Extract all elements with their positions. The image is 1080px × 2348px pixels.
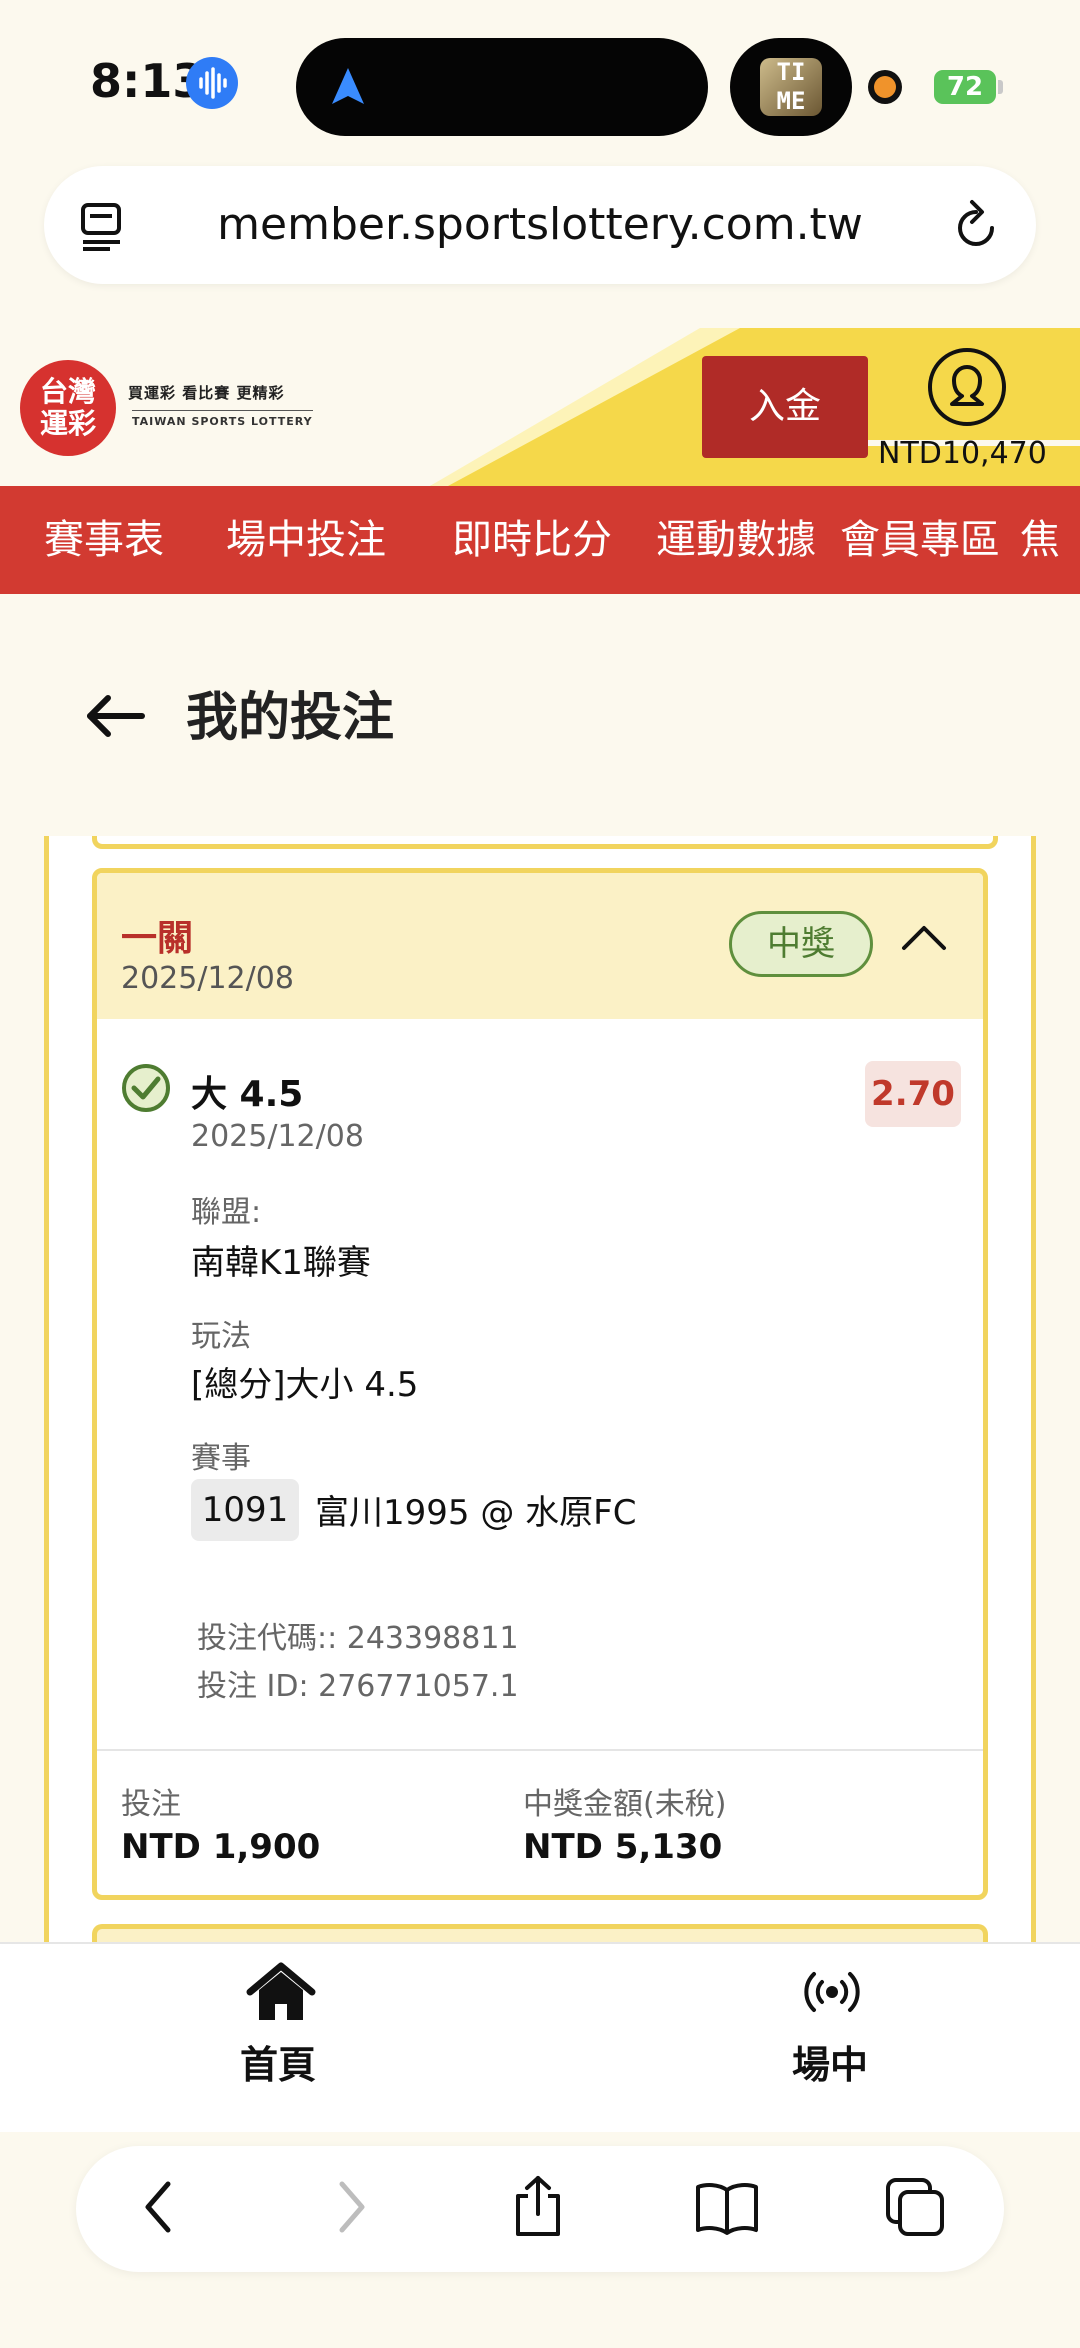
bet-card: 一關 2025/12/08 中獎 大 4.5 2025/12/08 2.70 聯…: [92, 868, 988, 1900]
user-avatar-icon[interactable]: [926, 346, 1008, 432]
main-nav: 賽事表 場中投注 即時比分 運動數據 會員專區 焦: [0, 486, 1080, 594]
site-logo[interactable]: 台灣 運彩: [20, 360, 116, 456]
odds-badge: 2.70: [865, 1061, 961, 1127]
back-arrow-icon[interactable]: [84, 694, 146, 742]
page-title: 我的投注: [186, 688, 395, 748]
deposit-button[interactable]: 入金: [702, 356, 868, 458]
status-badge: 中獎: [729, 911, 873, 977]
bet-pick: 大 4.5: [191, 1074, 304, 1115]
bottom-tab-bar: [0, 1942, 1080, 2134]
voice-recording-icon: [186, 57, 238, 109]
payout-value: NTD 5,130: [523, 1827, 723, 1867]
reload-icon[interactable]: [952, 198, 1002, 258]
logo-line-2: 運彩: [39, 407, 96, 440]
live-activity-thumbnail: TI ME: [760, 58, 822, 116]
nav-item-sports-data[interactable]: 運動數據: [656, 486, 816, 594]
browser-forward-icon[interactable]: [330, 2174, 374, 2244]
bet-type: 一關: [121, 918, 194, 959]
check-circle-icon: [121, 1063, 171, 1117]
market-value: [總分]大小 4.5: [191, 1365, 419, 1405]
camera-indicator-icon: [874, 76, 896, 98]
bet-code: 投注代碼:: 243398811: [197, 1621, 519, 1656]
battery-indicator: 72: [934, 70, 996, 104]
tabs-icon[interactable]: [884, 2174, 948, 2244]
bet-date: 2025/12/08: [121, 961, 294, 996]
bet-card-header[interactable]: 一關 2025/12/08 中獎: [97, 873, 983, 1019]
nav-item-live-scores[interactable]: 即時比分: [452, 486, 612, 594]
nav-item-member-area[interactable]: 會員專區: [840, 486, 1000, 594]
tab-live[interactable]: 場中: [792, 2034, 868, 2089]
tab-home[interactable]: 首頁: [240, 2034, 316, 2089]
event-number-badge: 1091: [191, 1479, 299, 1541]
bet-id: 投注 ID: 276771057.1: [197, 1669, 519, 1704]
nav-item-more[interactable]: 焦: [1020, 486, 1060, 594]
bookmarks-icon[interactable]: [694, 2174, 760, 2244]
navigation-arrow-icon: [330, 66, 366, 110]
nav-item-schedule[interactable]: 賽事表: [44, 486, 164, 594]
logo-tagline-en: TAIWAN SPORTS LOTTERY: [132, 410, 313, 428]
account-balance: NTD10,470: [878, 436, 1047, 471]
stake-label: 投注: [121, 1787, 181, 1822]
payout-label: 中獎金額(未稅): [523, 1787, 727, 1822]
url-text[interactable]: member.sportslottery.com.tw: [160, 196, 920, 254]
page-menu-icon[interactable]: [80, 202, 126, 256]
pick-date: 2025/12/08: [191, 1119, 364, 1154]
stake-value: NTD 1,900: [121, 1827, 321, 1867]
event-label: 賽事: [191, 1441, 251, 1476]
card-divider: [97, 1749, 983, 1751]
chevron-up-icon[interactable]: [901, 923, 947, 955]
event-name: 富川1995 @ 水原FC: [315, 1493, 637, 1533]
home-icon[interactable]: [246, 1962, 316, 2028]
previous-bet-card[interactable]: [92, 836, 998, 849]
live-broadcast-icon[interactable]: [804, 1970, 860, 2018]
logo-line-1: 台灣: [39, 375, 96, 408]
battery-tip: [998, 80, 1003, 94]
nav-item-live-betting[interactable]: 場中投注: [226, 486, 386, 594]
market-label: 玩法: [191, 1319, 251, 1354]
league-label: 聯盟:: [191, 1195, 262, 1230]
league-value: 南韓K1聯賽: [191, 1243, 371, 1283]
browser-back-icon[interactable]: [136, 2174, 180, 2244]
logo-tagline: 買運彩 看比賽 更精彩: [128, 384, 285, 402]
share-icon[interactable]: [510, 2174, 566, 2244]
